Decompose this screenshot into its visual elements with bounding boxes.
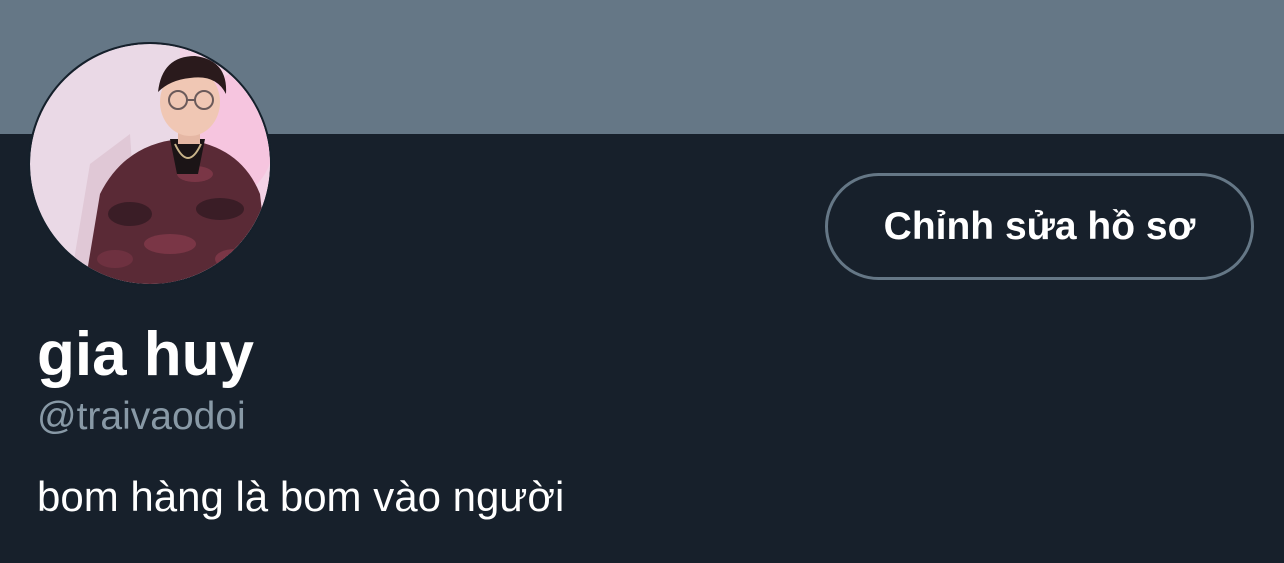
display-name: gia huy xyxy=(37,320,255,389)
profile-bio: bom hàng là bom vào người xyxy=(37,473,565,520)
edit-profile-button[interactable]: Chỉnh sửa hồ sơ xyxy=(825,173,1254,280)
avatar[interactable] xyxy=(28,42,272,286)
avatar-image xyxy=(30,44,270,284)
username-handle: @traivaodoi xyxy=(37,395,246,438)
